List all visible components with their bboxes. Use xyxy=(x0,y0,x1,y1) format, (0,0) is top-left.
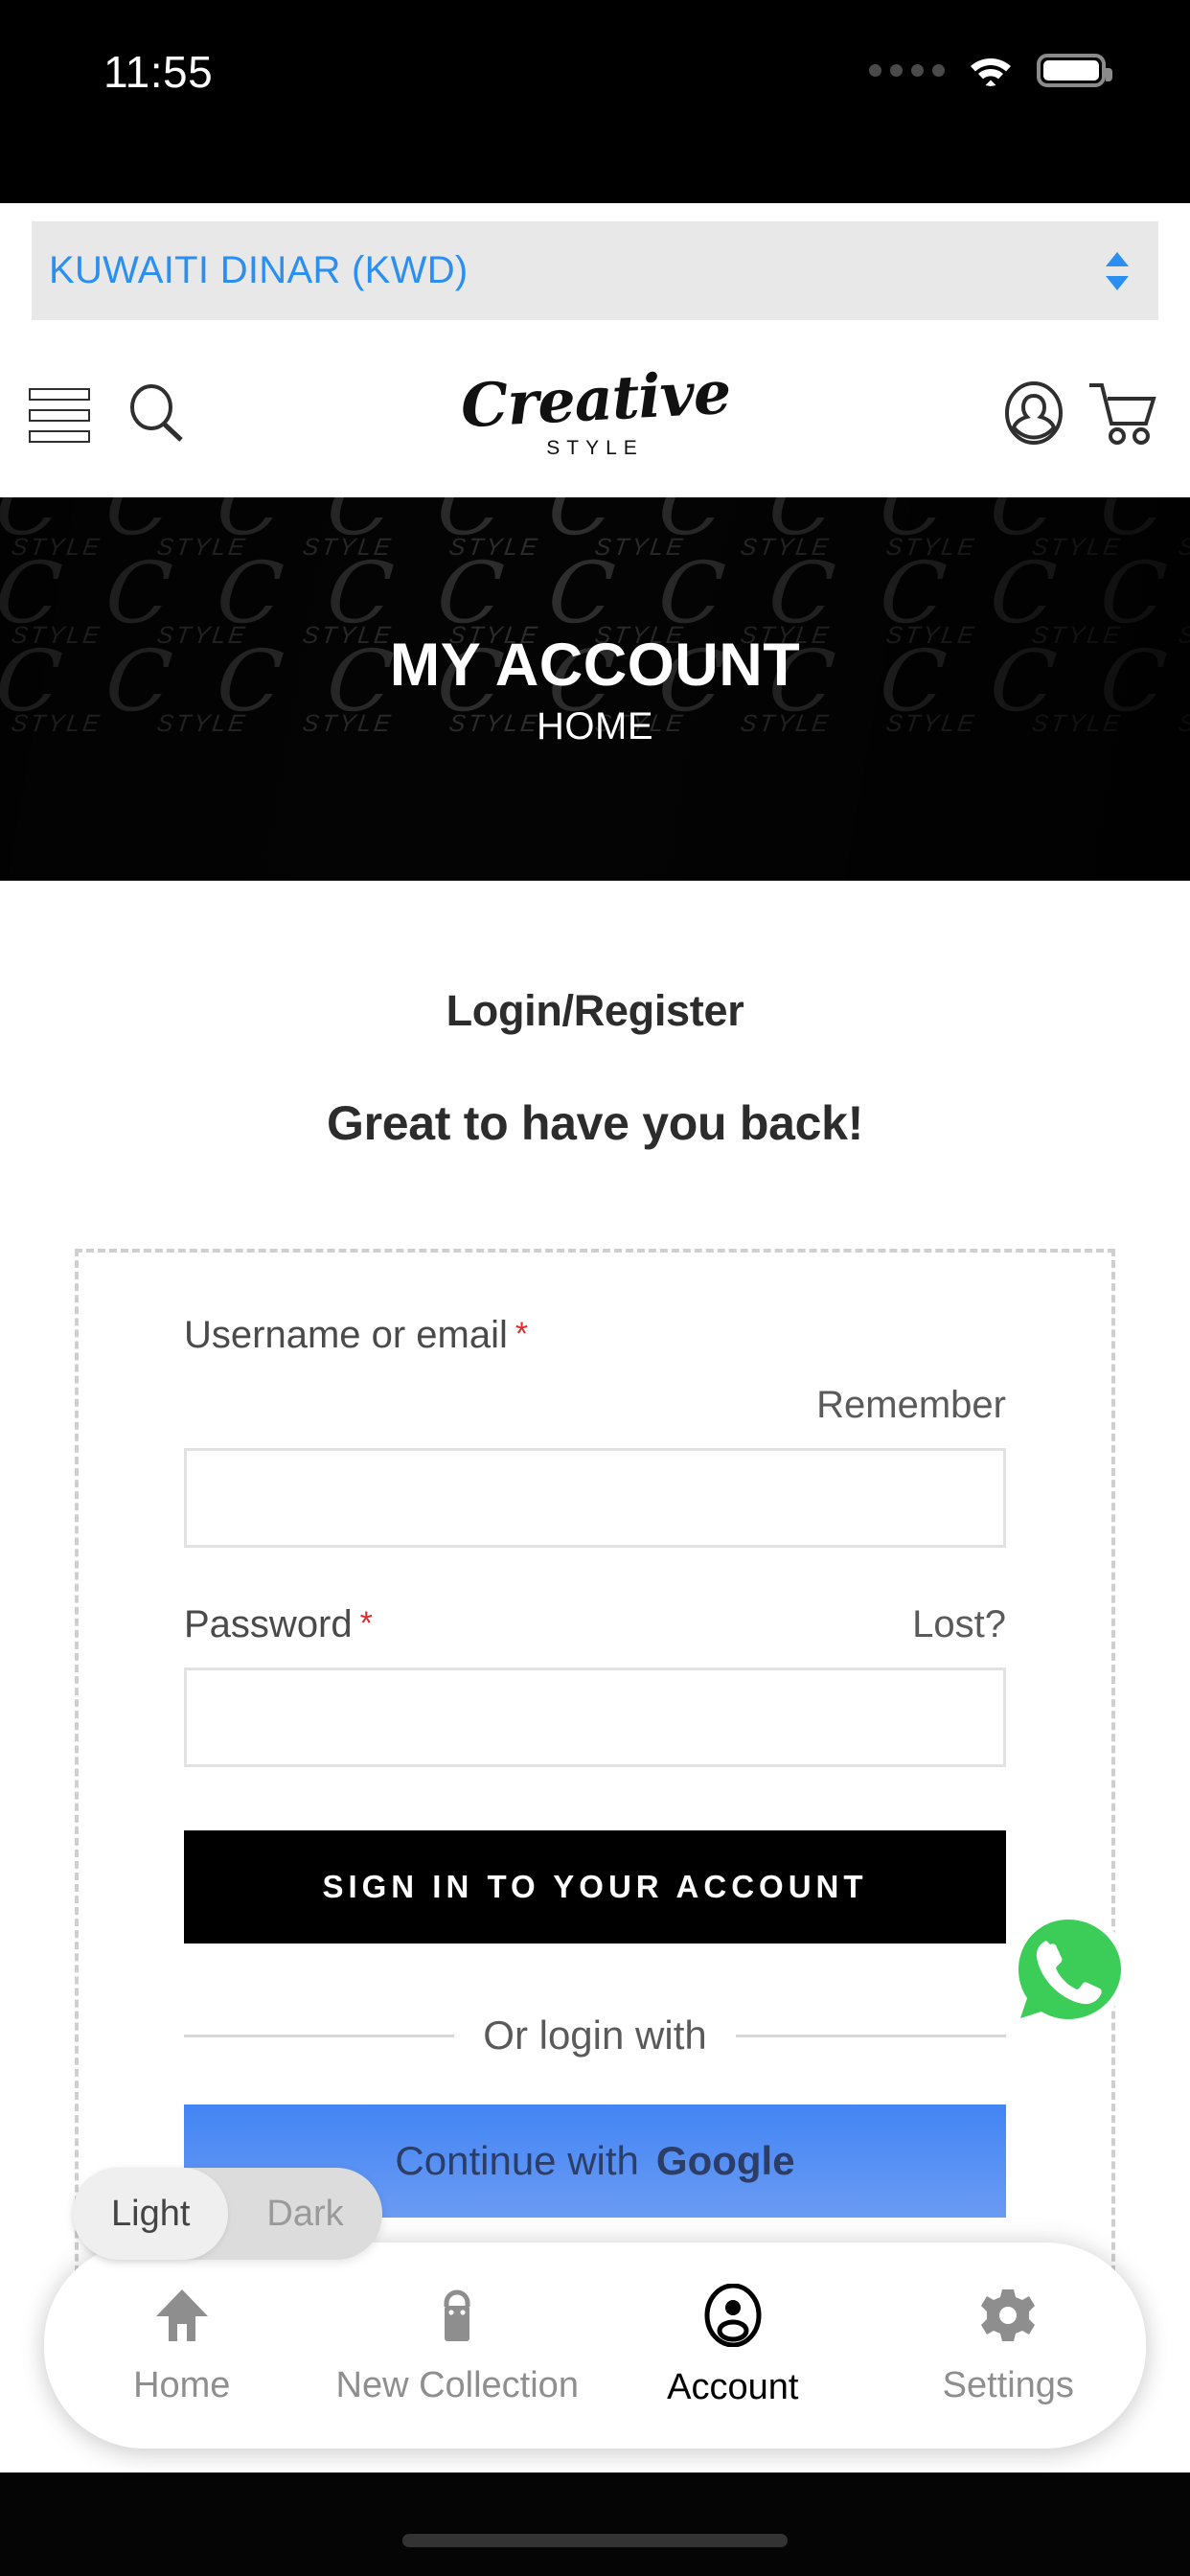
bottom-nav-item-account[interactable]: Account xyxy=(595,2283,871,2408)
chevron-up-down-icon xyxy=(1101,249,1133,293)
or-login-with-divider: Or login with xyxy=(184,2012,1007,2058)
logo-subtext: STYLE xyxy=(546,437,644,459)
theme-toggle[interactable]: Light Dark xyxy=(73,2168,382,2260)
sign-in-button[interactable]: SIGN IN TO YOUR ACCOUNT xyxy=(184,1830,1006,1944)
status-bar-time: 11:55 xyxy=(103,47,214,97)
google-button-brand: Google xyxy=(655,2138,795,2183)
search-icon[interactable] xyxy=(126,383,186,448)
password-label-row: Password * Lost? xyxy=(184,1603,1006,1646)
status-bar-indicators xyxy=(869,50,1112,91)
bottom-nav-label-home: Home xyxy=(133,2364,231,2405)
page-title: MY ACCOUNT xyxy=(389,631,801,699)
lost-password-link[interactable]: Lost? xyxy=(912,1603,1006,1646)
required-asterisk: * xyxy=(359,1605,373,1642)
whatsapp-float-button[interactable] xyxy=(996,1902,1140,2046)
page-hero-banner: STYLESTYLESTYLESTYLESTYLESTYLESTYLESTYLE… xyxy=(0,497,1190,881)
theme-toggle-light[interactable]: Light xyxy=(73,2168,229,2260)
password-label: Password * xyxy=(184,1603,373,1646)
shopping-bag-icon xyxy=(427,2286,487,2350)
login-register-heading: Login/Register xyxy=(446,986,744,1035)
site-header: Creative STYLE xyxy=(0,333,1190,497)
bottom-nav-item-settings[interactable]: Settings xyxy=(871,2286,1147,2406)
divider-line-right xyxy=(735,2034,1007,2037)
remember-row: Remember xyxy=(184,1384,1006,1427)
status-bar: 11:55 xyxy=(0,0,1190,203)
header-right-actions xyxy=(1004,380,1157,451)
currency-selector[interactable]: KUWAITI DINAR (KWD) xyxy=(32,221,1158,320)
theme-toggle-dark[interactable]: Dark xyxy=(228,2168,381,2260)
required-asterisk: * xyxy=(515,1316,529,1352)
password-label-text: Password xyxy=(184,1603,353,1645)
login-form: Username or email * Remember Password * … xyxy=(75,1249,1115,2308)
battery-full-icon xyxy=(1037,54,1112,87)
username-input[interactable] xyxy=(184,1448,1006,1548)
remember-me-label[interactable]: Remember xyxy=(816,1384,1006,1426)
site-logo[interactable]: Creative STYLE xyxy=(459,357,732,460)
wifi-icon xyxy=(966,50,1016,91)
bottom-nav-label-new-collection: New Collection xyxy=(335,2364,579,2405)
currency-selector-wrapper: KUWAITI DINAR (KWD) xyxy=(0,203,1190,333)
welcome-heading: Great to have you back! xyxy=(327,1096,863,1150)
main-content: Login/Register Great to have you back! U… xyxy=(0,881,1190,2308)
home-indicator[interactable] xyxy=(402,2534,788,2547)
divider-label: Or login with xyxy=(483,2012,707,2058)
account-circle-icon xyxy=(703,2283,763,2352)
user-account-icon[interactable] xyxy=(1004,380,1064,449)
logo-wordmark: Creative xyxy=(459,356,732,442)
currency-selector-value: KUWAITI DINAR (KWD) xyxy=(49,249,469,291)
username-label-text: Username or email xyxy=(184,1314,508,1356)
shopping-cart-icon[interactable] xyxy=(1087,380,1157,451)
bottom-navigation-bar: Home New Collection Account Settings xyxy=(44,2242,1146,2449)
bottom-nav-label-settings: Settings xyxy=(942,2364,1074,2405)
device-bottom-bar xyxy=(0,2472,1190,2576)
breadcrumb[interactable]: HOME xyxy=(537,705,653,748)
home-icon xyxy=(152,2286,212,2350)
whatsapp-icon xyxy=(1013,1912,1129,2028)
google-button-prefix: Continue with xyxy=(395,2138,639,2183)
signal-dots-icon xyxy=(869,64,945,77)
hero-content: MY ACCOUNT HOME xyxy=(0,497,1190,881)
username-label: Username or email * xyxy=(184,1314,1006,1357)
bottom-nav-label-account: Account xyxy=(667,2366,799,2407)
password-input[interactable] xyxy=(184,1668,1006,1767)
bottom-nav-item-home[interactable]: Home xyxy=(44,2286,320,2406)
gear-icon xyxy=(978,2286,1038,2350)
divider-line-left xyxy=(184,2034,455,2037)
bottom-nav-item-new-collection[interactable]: New Collection xyxy=(320,2286,596,2406)
header-left-actions xyxy=(29,383,186,448)
hamburger-menu-icon[interactable] xyxy=(29,387,90,443)
